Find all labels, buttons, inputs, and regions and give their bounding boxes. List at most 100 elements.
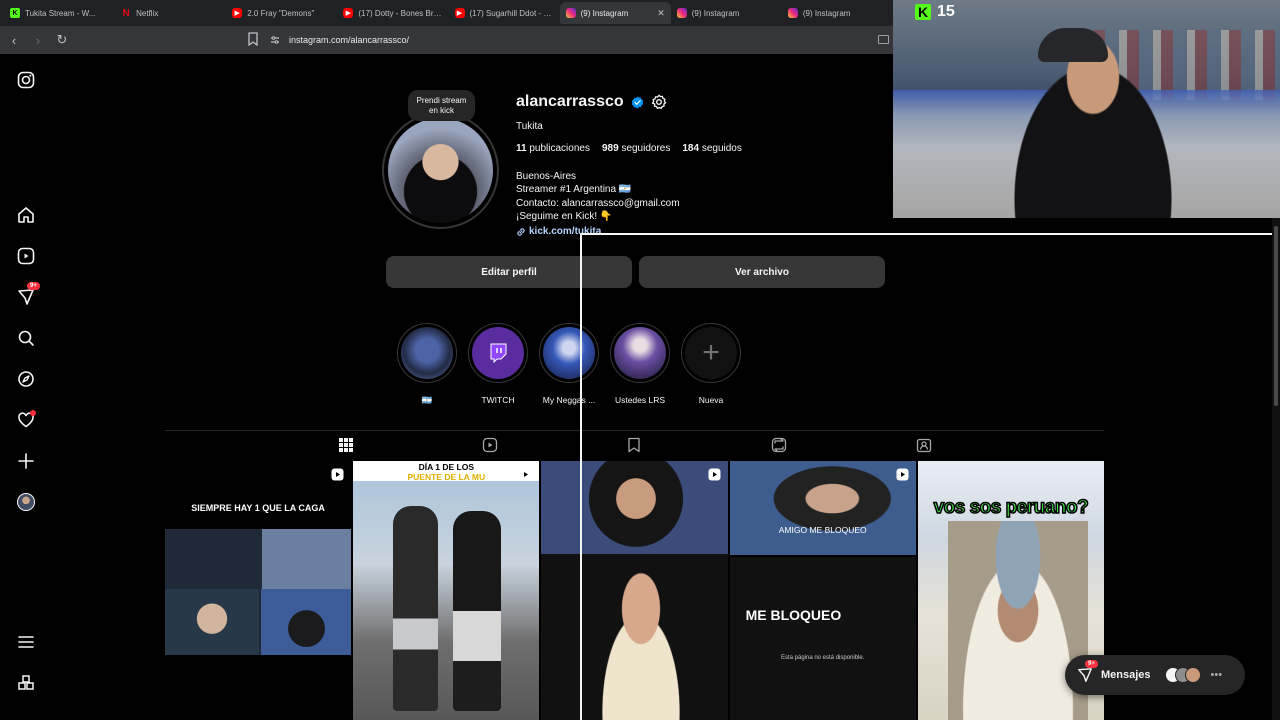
highlight-label: 🇦🇷 (421, 395, 433, 405)
browser-tab[interactable]: (9) Instagram (671, 2, 782, 24)
saved-tab-icon[interactable] (626, 437, 642, 453)
verified-badge-icon (631, 95, 643, 109)
tab-label: (17) Dotty - Bones Bre... (358, 8, 443, 18)
browser-tab[interactable]: (9) Instagram (782, 2, 893, 24)
browser-tab[interactable]: ▶ (17) Dotty - Bones Bre... (337, 2, 448, 24)
instagram-logo-icon[interactable] (17, 71, 35, 89)
explore-icon[interactable] (17, 370, 35, 388)
bio-link[interactable]: kick.com/tukita (516, 226, 601, 237)
messenger-icon: 9+ (1077, 660, 1098, 683)
post-image (165, 589, 259, 655)
browser-tab[interactable]: K Tukita Stream - W... (4, 2, 115, 24)
highlight-item[interactable]: Ustedes LRS (608, 323, 672, 405)
url-field[interactable]: instagram.com/alancarrassco/ (270, 30, 880, 50)
reload-icon[interactable]: ↻ (52, 32, 72, 48)
reel-icon (708, 468, 721, 481)
username: alancarrassco (516, 93, 624, 110)
cast-icon[interactable] (878, 35, 889, 44)
highlight-label: My Neggas ... (542, 395, 596, 405)
profile-tabs (165, 430, 1104, 458)
post-image (261, 589, 352, 655)
post-caption: ME BLOQUEO (745, 607, 842, 623)
link-icon (517, 227, 525, 236)
scrollbar-thumb[interactable] (1274, 226, 1278, 406)
create-icon[interactable] (17, 452, 35, 470)
highlight-item[interactable]: My Neggas ... (537, 323, 601, 405)
gear-icon[interactable] (651, 94, 667, 110)
close-icon[interactable]: ✕ (657, 8, 665, 19)
username-row: alancarrassco (516, 93, 667, 111)
full-name: Tukita (516, 121, 543, 132)
reels-tab-icon[interactable] (482, 437, 498, 453)
post-image (581, 461, 692, 555)
bio-line: Streamer #1 Argentina 🇦🇷 (516, 184, 632, 196)
reel-icon (519, 468, 532, 481)
messages-label: Mensajes (1101, 669, 1151, 681)
post-thumbnail[interactable] (541, 461, 728, 720)
post-caption: SIEMPRE HAY 1 QUE LA CAGA (191, 503, 325, 513)
followers-count[interactable]: 989 seguidores (602, 143, 670, 154)
instagram-icon (565, 8, 576, 18)
bio-line: Contacto: alancarrassco@gmail.com (516, 197, 680, 209)
post-image (729, 461, 916, 555)
highlight-cover (614, 327, 666, 379)
post-person (453, 511, 502, 711)
messages-button[interactable]: 9+ Mensajes ••• (1065, 655, 1245, 695)
highlight-item[interactable]: 🇦🇷 (395, 323, 459, 406)
posts-grid: SIEMPRE HAY 1 QUE LA CAGA DÍA 1 DE LOS P… (165, 461, 1104, 720)
instagram-icon (676, 8, 687, 18)
profile-note[interactable]: Prendi stream en kick (408, 90, 475, 121)
more-icon[interactable]: ••• (1211, 669, 1223, 681)
heart-icon[interactable] (17, 410, 36, 429)
browser-tab-active[interactable]: (9) Instagram ✕ (559, 2, 671, 24)
post-thumbnail[interactable]: DÍA 1 DE LOS PUENTE DE LA MU (353, 461, 540, 720)
netflix-icon: N (122, 7, 130, 19)
reels-icon[interactable] (17, 247, 35, 265)
forward-icon[interactable]: › (28, 33, 48, 48)
bookmark-icon[interactable] (248, 32, 258, 46)
messages-badge: 9+ (1085, 660, 1098, 668)
kick-icon: K (10, 8, 20, 18)
viewer-count: K 15 (915, 3, 955, 21)
highlight-item[interactable]: TWITCH (466, 323, 530, 405)
profile-avatar[interactable] (382, 112, 499, 229)
browser-tab[interactable]: N Netflix (115, 2, 226, 24)
tagged-tab-icon[interactable] (916, 437, 932, 453)
profile-stats: 11 publicaciones 989 seguidores 184 segu… (516, 143, 742, 154)
post-person (393, 506, 439, 711)
post-thumbnail[interactable]: AMIGO ME BLOQUEO ME BLOQUEO Esta página … (729, 461, 916, 720)
site-settings-icon[interactable] (270, 35, 280, 45)
tab-label: 2.0 Fray "Demons" (247, 8, 315, 18)
streamer-cap (1038, 28, 1108, 62)
grid-tab-icon[interactable] (338, 437, 354, 453)
edit-profile-button[interactable]: Editar perfil (386, 256, 632, 288)
post-caption: AMIGO ME BLOQUEO (778, 525, 867, 535)
plus-icon: + (685, 327, 737, 379)
profile-avatar-icon[interactable] (17, 493, 35, 511)
highlight-label: TWITCH (481, 395, 515, 405)
messenger-icon[interactable]: 9+ (17, 282, 40, 306)
browser-tab[interactable]: ▶ (17) Sugarhill Ddot - E... (449, 2, 560, 24)
view-archive-button[interactable]: Ver archivo (639, 256, 885, 288)
highlight-label: Nueva (698, 395, 724, 405)
back-icon[interactable]: ‹ (4, 33, 24, 48)
highlight-label: Ustedes LRS (614, 395, 666, 405)
apps-icon[interactable] (17, 674, 35, 692)
tab-label: Netflix (136, 8, 159, 18)
home-icon[interactable] (17, 206, 35, 224)
post-caption: vos sos peruano? (933, 496, 1090, 519)
search-icon[interactable] (17, 329, 35, 347)
browser-tab[interactable]: ▶ 2.0 Fray "Demons" (226, 2, 337, 24)
instagram-sidebar: 9+ (0, 54, 52, 720)
page-scrollbar[interactable] (1272, 218, 1280, 720)
post-thumbnail[interactable]: SIEMPRE HAY 1 QUE LA CAGA (165, 461, 352, 720)
tab-label: (9) Instagram (691, 8, 740, 18)
menu-icon[interactable] (17, 633, 35, 651)
tab-label: (9) Instagram (802, 8, 851, 18)
following-count[interactable]: 184 seguidos (682, 143, 742, 154)
highlight-cover (543, 327, 595, 379)
url-text: instagram.com/alancarrassco/ (289, 35, 410, 45)
new-highlight-button[interactable]: + Nueva (679, 323, 743, 405)
reposts-tab-icon[interactable] (771, 437, 787, 453)
post-caption-highlight: PUENTE DE LA MU (407, 472, 486, 482)
